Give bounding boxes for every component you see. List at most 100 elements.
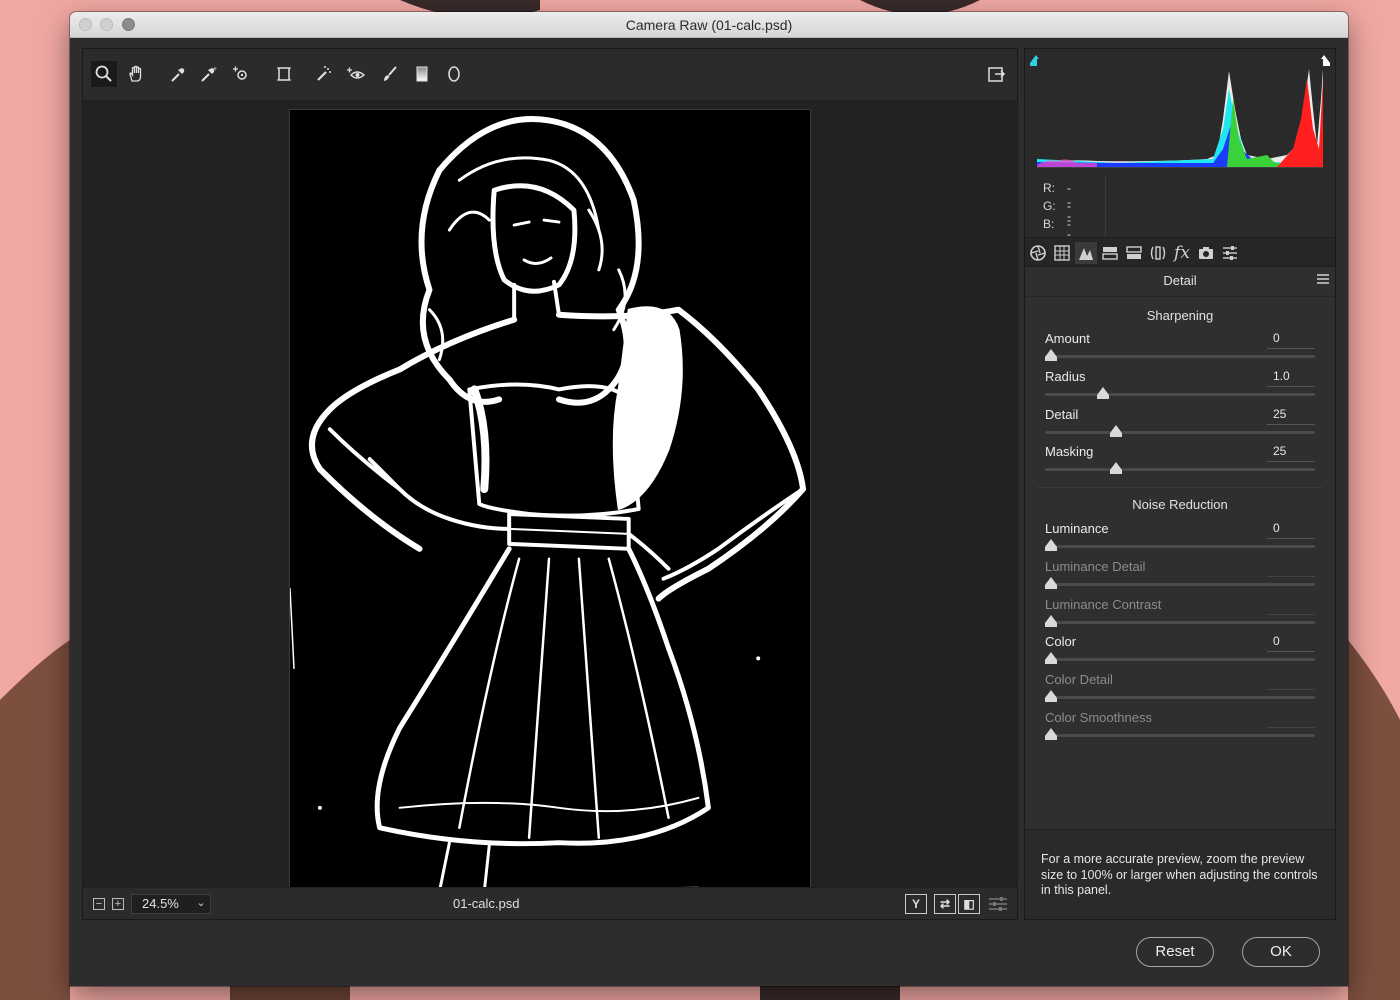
color-thumb[interactable]: [1045, 652, 1057, 665]
color-sampler-icon[interactable]: +: [196, 61, 222, 87]
svg-text:+: +: [213, 66, 217, 73]
luminance-contrast-label: Luminance Contrast: [1045, 596, 1162, 612]
tab-presets[interactable]: [1219, 242, 1241, 264]
luminance-detail-track: [1045, 582, 1315, 586]
masking-value-field[interactable]: 25: [1267, 444, 1315, 463]
color-detail-value-field: [1267, 672, 1315, 691]
tab-hsl[interactable]: [1099, 242, 1121, 264]
radius-track[interactable]: [1045, 392, 1315, 396]
panel-header: Detail: [1025, 267, 1335, 297]
color-value-field[interactable]: 0: [1267, 634, 1315, 653]
radius-label: Radius: [1045, 368, 1086, 384]
color-smoothness-thumb: [1045, 728, 1057, 740]
spot-removal-icon[interactable]: [311, 61, 337, 87]
before-after-view-button[interactable]: Y: [905, 894, 927, 914]
adjustment-brush-icon[interactable]: [377, 61, 403, 87]
luminance-detail-thumb: [1045, 576, 1057, 589]
color-smoothness-value-field: [1267, 710, 1315, 728]
panel-menu-icon[interactable]: [1317, 274, 1329, 286]
radius-thumb[interactable]: [1096, 386, 1109, 399]
ok-button[interactable]: OK: [1242, 937, 1320, 967]
color-detail-thumb: [1045, 690, 1057, 703]
zoom-in-button[interactable]: +: [112, 898, 124, 910]
detail-value-field[interactable]: 25: [1267, 407, 1315, 425]
amount-thumb[interactable]: [1045, 349, 1057, 361]
image-canvas[interactable]: [83, 101, 1017, 893]
tab-basic[interactable]: [1027, 242, 1049, 264]
amount-slider[interactable]: Amount 0: [1045, 331, 1315, 369]
tab-split-toning[interactable]: [1123, 242, 1145, 264]
amount-track[interactable]: [1045, 355, 1315, 358]
white-balance-icon[interactable]: [165, 61, 191, 87]
tool-bar: +: [83, 49, 1017, 101]
radial-filter-icon[interactable]: [441, 61, 467, 87]
tab-detail[interactable]: [1075, 242, 1097, 264]
copy-settings-button[interactable]: ◧: [958, 894, 980, 914]
luminance-value-field[interactable]: 0: [1267, 521, 1315, 539]
swap-settings-button[interactable]: ⇄: [934, 894, 956, 914]
split-toning-icon: [1126, 246, 1142, 259]
color-slider[interactable]: Color 0: [1045, 634, 1315, 672]
fullscreen-icon[interactable]: [983, 61, 1009, 87]
zoom-out-button[interactable]: −: [93, 898, 105, 910]
preview-info-box: For a more accurate preview, zoom the pr…: [1025, 829, 1335, 919]
amount-label: Amount: [1045, 331, 1090, 346]
color-track[interactable]: [1045, 658, 1315, 662]
color-smoothness-label: Color Smoothness: [1045, 710, 1152, 725]
luminance-thumb[interactable]: [1045, 539, 1057, 551]
transform-icon[interactable]: [271, 61, 297, 87]
red-label: R:: [1043, 181, 1055, 195]
tab-tone-curve[interactable]: [1051, 242, 1073, 264]
luminance-contrast-thumb: [1045, 614, 1057, 627]
readout-divider: [1105, 177, 1106, 237]
masking-slider[interactable]: Masking 25: [1045, 444, 1315, 482]
preview-preferences-icon[interactable]: [988, 896, 1008, 912]
zoom-tool-icon[interactable]: [91, 61, 117, 87]
red-readout: R: ---: [1043, 181, 1071, 223]
blue-label: B:: [1043, 217, 1055, 231]
adjustments-panel: R:--- G:--- B:--- fx Detail Sharpening A…: [1024, 48, 1336, 920]
reset-button[interactable]: Reset: [1136, 937, 1214, 967]
sliders-icon: [1223, 246, 1237, 260]
preview-image: [289, 109, 811, 893]
radius-value-field[interactable]: 1.0: [1267, 369, 1315, 387]
radius-slider[interactable]: Radius 1.0: [1045, 369, 1315, 407]
amount-value-field[interactable]: 0: [1267, 331, 1315, 349]
window-title: Camera Raw (01-calc.psd): [625, 17, 793, 33]
luminance-detail-label: Luminance Detail: [1045, 558, 1146, 574]
histogram: [1025, 49, 1335, 177]
green-label: G:: [1043, 199, 1056, 213]
masking-track[interactable]: [1045, 468, 1315, 472]
sharpening-title: Sharpening: [1146, 308, 1214, 323]
rgb-readout: R:--- G:--- B:---: [1025, 177, 1335, 259]
detail-slider[interactable]: Detail 25: [1045, 407, 1315, 445]
preview-pane: + − + 24.5% ⌄ 01-calc.psd Y ⇄ ◧: [82, 48, 1018, 920]
hsl-icon: [1102, 247, 1118, 260]
masking-thumb[interactable]: [1109, 462, 1122, 475]
fx-icon: fx: [1174, 243, 1190, 263]
tab-effects[interactable]: fx: [1171, 242, 1193, 264]
camera-icon: [1199, 247, 1213, 259]
chevron-down-icon[interactable]: ⌄: [191, 894, 211, 914]
panel-title: Detail: [1163, 273, 1197, 288]
tone-curve-icon: [1054, 245, 1070, 261]
color-smoothness-slider: Color Smoothness: [1045, 710, 1315, 748]
detail-track[interactable]: [1045, 430, 1315, 434]
noise-reduction-title: Noise Reduction: [1132, 497, 1228, 512]
histogram-graph: [1037, 59, 1323, 169]
status-bar: − + 24.5% ⌄ 01-calc.psd Y ⇄ ◧: [83, 887, 1017, 919]
tab-lens-corrections[interactable]: [1147, 242, 1169, 264]
luminance-slider[interactable]: Luminance 0: [1045, 521, 1315, 559]
graduated-filter-icon[interactable]: [409, 61, 435, 87]
hand-tool-icon[interactable]: [123, 61, 149, 87]
file-name: 01-calc.psd: [453, 896, 520, 911]
red-eye-icon[interactable]: [343, 61, 369, 87]
panel-tabs: fx: [1025, 237, 1335, 267]
detail-thumb[interactable]: [1109, 424, 1122, 437]
luminance-track[interactable]: [1045, 545, 1315, 548]
targeted-adjustment-icon[interactable]: [228, 61, 254, 87]
luminance-detail-value-field: [1267, 559, 1315, 577]
luminance-detail-slider: Luminance Detail: [1045, 559, 1315, 597]
tab-camera-calibration[interactable]: [1195, 242, 1217, 264]
color-label: Color: [1045, 634, 1077, 650]
